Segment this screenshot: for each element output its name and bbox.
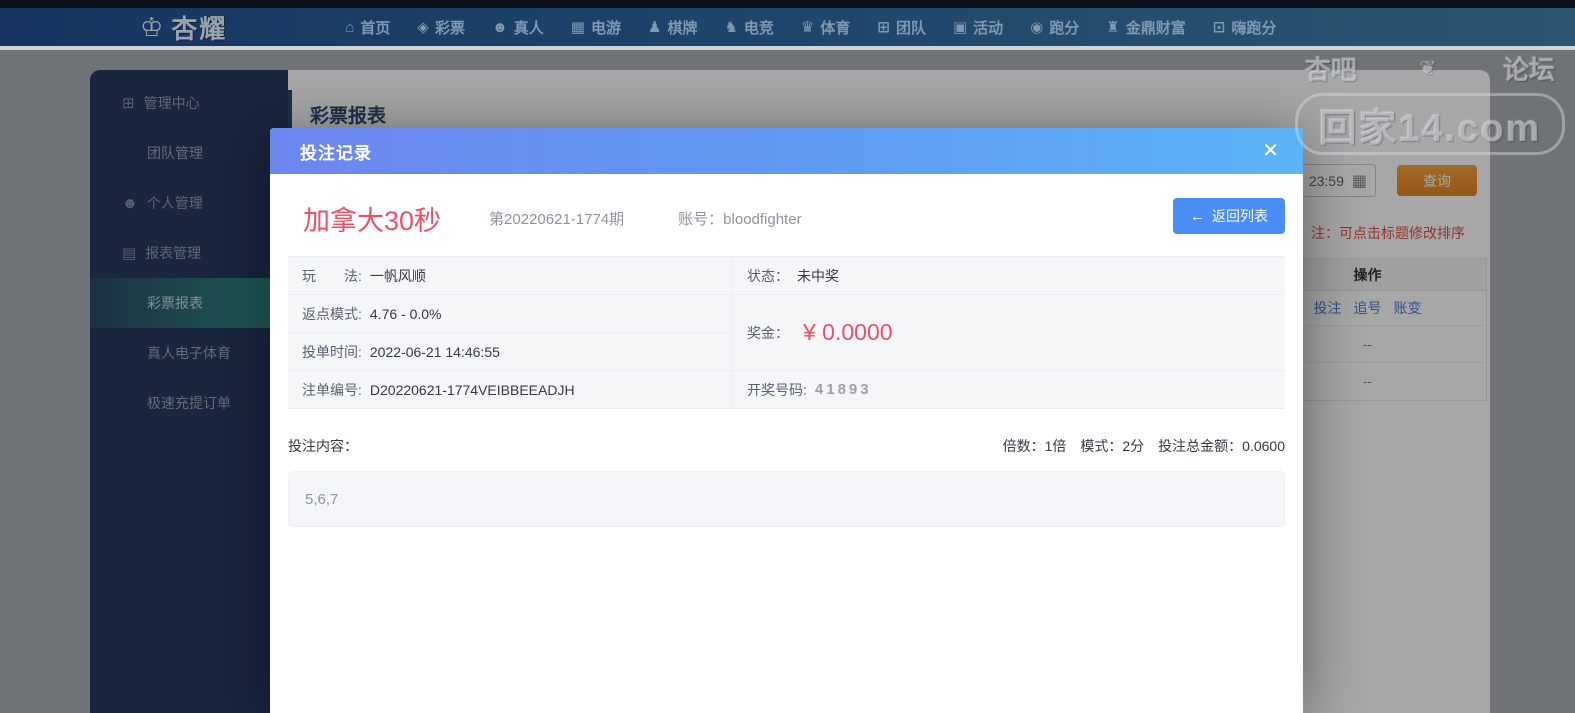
modal-title: 投注记录	[300, 143, 372, 163]
mode-stat: 模式：2分	[1080, 438, 1145, 454]
nav-item-label: 金鼎财富	[1125, 19, 1186, 37]
nav-item-team[interactable]: ⊞ 团队	[877, 17, 926, 38]
top-navbar: ♔ 杏耀 ⌂ 首页 ◈ 彩票 ☻ 真人 ▦ 电游 ♟ 棋牌 ♞ 电竞 ♛ 体育 …	[0, 8, 1575, 46]
nav-item-esports[interactable]: ♞ 电竞	[724, 17, 773, 38]
rebate-mode-cell: 返点模式: 4.76 - 0.0%	[288, 295, 732, 333]
period-number: 第20220621-1774期	[489, 210, 625, 228]
nav-item-label: 棋牌	[667, 19, 698, 37]
nav-item-icon: ♛	[800, 19, 815, 36]
nav-item-icon: ⊡	[1212, 19, 1226, 36]
close-icon[interactable]: ✕	[1262, 141, 1279, 161]
nav-item-label: 电游	[590, 19, 621, 37]
back-button-label: 返回列表	[1212, 208, 1268, 224]
total-amount-stat: 投注总金额：0.0600	[1158, 438, 1285, 454]
bet-stats: 倍数：1倍 模式：2分 投注总金额：0.0600	[1003, 436, 1285, 456]
draw-number-label: 开奖号码:	[747, 381, 807, 398]
brand-logo[interactable]: ♔ 杏耀	[140, 9, 227, 46]
bet-time-cell: 投单时间: 2022-06-21 14:46:55	[288, 333, 732, 371]
bet-content-row: 投注内容： 倍数：1倍 模式：2分 投注总金额：0.0600	[288, 436, 1285, 456]
nav-item-icon: ▦	[570, 19, 585, 36]
draw-number-cell: 开奖号码: 41893	[732, 371, 1285, 409]
multiple-stat: 倍数：1倍	[1002, 438, 1067, 454]
status-label: 状态：	[747, 267, 789, 284]
nav-item-label: 跑分	[1049, 19, 1080, 37]
nav-item-label: 彩票	[434, 19, 465, 37]
nav-item-hi-paofen[interactable]: ⊡ 嗨跑分	[1213, 17, 1277, 38]
nav-item-label: 体育	[820, 19, 851, 37]
nav-item-label: 嗨跑分	[1231, 19, 1277, 37]
order-number-cell: 注单编号: D20220621-1774VEIBBEEADJH	[288, 371, 732, 409]
modal-header: 投注记录 ✕	[270, 128, 1303, 174]
nav-item-icon: ♟	[647, 19, 662, 36]
bet-time-value: 2022-06-21 14:46:55	[369, 343, 500, 360]
back-to-list-button[interactable]: ← 返回列表	[1173, 198, 1285, 234]
nav-item-sports[interactable]: ♛ 体育	[801, 17, 850, 38]
nav-item-icon: ⌂	[345, 18, 355, 36]
nav-item-activity[interactable]: ▣ 活动	[953, 17, 1003, 38]
record-detail-table: 玩 法: 一帆风顺 返点模式: 4.76 - 0.0% 投单时间: 2022-0…	[288, 256, 1285, 409]
account-label: 账号：	[678, 210, 724, 228]
status-cell: 状态： 未中奖	[732, 257, 1285, 295]
nav-item-chess[interactable]: ♟ 棋牌	[648, 17, 697, 38]
bet-record-modal: 投注记录 ✕ 加拿大30秒 第20220621-1774期 账号：bloodfi…	[270, 128, 1303, 713]
brand-name: 杏耀	[171, 13, 228, 44]
nav-item-home[interactable]: ⌂ 首页	[345, 17, 390, 38]
nav-item-icon: ▣	[952, 19, 968, 36]
window-top-strip	[0, 0, 1575, 8]
nav-item-label: 活动	[973, 19, 1004, 37]
nav-item-paofen[interactable]: ◉ 跑分	[1030, 17, 1079, 38]
nav-item-icon: ⊞	[877, 19, 890, 36]
nav-item-icon: ◉	[1030, 19, 1044, 36]
account-value: bloodfighter	[723, 210, 802, 228]
crown-icon: ♔	[140, 12, 164, 42]
nav-item-label: 团队	[895, 19, 926, 37]
nav-item-live[interactable]: ☻ 真人	[492, 17, 544, 38]
rebate-mode-value: 4.76 - 0.0%	[369, 305, 442, 322]
nav-menu: ⌂ 首页 ◈ 彩票 ☻ 真人 ▦ 电游 ♟ 棋牌 ♞ 电竞 ♛ 体育 ⊞ 团队 …	[345, 17, 1276, 38]
prize-label: 奖金：	[747, 324, 789, 341]
prize-value: ¥ 0.0000	[803, 319, 893, 345]
order-number-value: D20220621-1774VEIBBEEADJH	[369, 381, 575, 398]
status-value: 未中奖	[797, 267, 839, 284]
play-method-label: 玩 法:	[302, 267, 362, 284]
bet-content-label: 投注内容：	[288, 438, 358, 454]
rebate-mode-label: 返点模式:	[302, 305, 362, 322]
nav-item-lottery[interactable]: ◈ 彩票	[417, 17, 465, 38]
bet-content-box: 5,6,7	[288, 471, 1285, 527]
record-title-row: 加拿大30秒 第20220621-1774期 账号：bloodfighter ←…	[288, 196, 1285, 240]
game-name: 加拿大30秒	[303, 205, 442, 236]
nav-item-icon: ◈	[417, 19, 429, 36]
play-method-value: 一帆风顺	[369, 267, 426, 284]
bet-content-value: 5,6,7	[305, 490, 339, 508]
prize-cell: 奖金： ¥ 0.0000	[732, 295, 1285, 371]
nav-item-egame[interactable]: ▦ 电游	[571, 17, 621, 38]
nav-item-label: 真人	[513, 19, 544, 37]
nav-item-icon: ☻	[491, 18, 508, 36]
nav-item-icon: ♞	[724, 19, 738, 36]
nav-item-label: 首页	[360, 19, 391, 37]
left-arrow-icon: ←	[1190, 207, 1205, 225]
draw-number-value: 41893	[814, 381, 872, 398]
nav-item-label: 电竞	[743, 19, 774, 37]
modal-body: 加拿大30秒 第20220621-1774期 账号：bloodfighter ←…	[270, 196, 1303, 527]
nav-item-icon: ♜	[1106, 19, 1120, 36]
order-number-label: 注单编号:	[302, 381, 362, 398]
account-field: 账号：bloodfighter	[678, 208, 801, 229]
nav-item-jinding-fortune[interactable]: ♜ 金鼎财富	[1106, 17, 1185, 38]
play-method-cell: 玩 法: 一帆风顺	[288, 257, 732, 295]
bet-time-label: 投单时间:	[302, 343, 362, 360]
